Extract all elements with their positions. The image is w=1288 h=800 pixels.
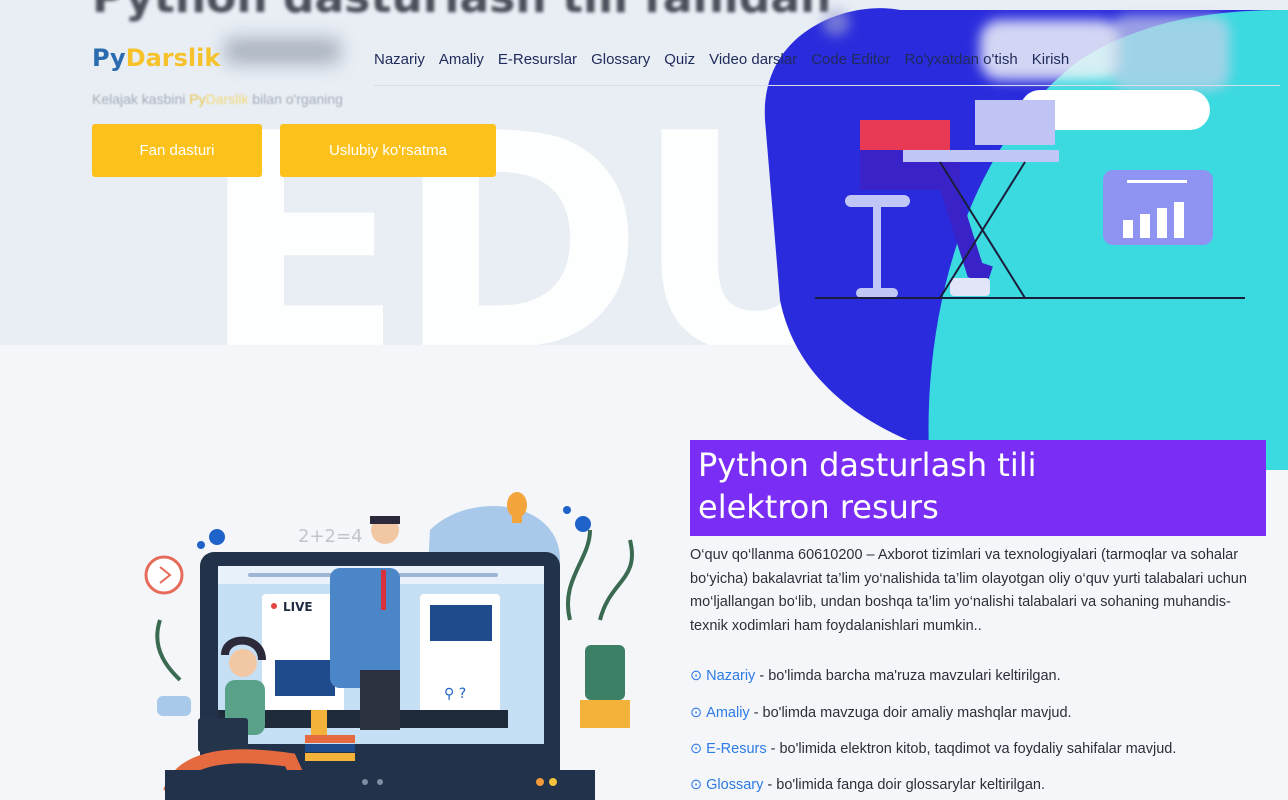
laptop-icon bbox=[975, 100, 1055, 145]
check-circle-icon: ⊙ bbox=[690, 668, 703, 684]
feature-link-nazariy[interactable]: Nazariy bbox=[706, 668, 755, 684]
nav-item-glossary[interactable]: Glossary bbox=[591, 51, 650, 68]
question-icon: ⚲ ? bbox=[444, 686, 466, 702]
math-doodle: 2+2=4 bbox=[298, 526, 363, 547]
section-title-line1: Python dasturlash tili bbox=[698, 446, 1037, 484]
check-circle-icon: ⊙ bbox=[690, 705, 703, 721]
main-nav: Nazariy Amaliy E-Resurslar Glossary Quiz… bbox=[374, 51, 1069, 68]
person-shoe bbox=[950, 278, 990, 296]
feature-text: - bo'limida fanga doir glossarylar kelti… bbox=[763, 777, 1045, 793]
check-circle-icon: ⊙ bbox=[690, 777, 703, 793]
plant-icon bbox=[566, 529, 634, 621]
section-title-banner: Python dasturlash tili elektron resurs bbox=[690, 440, 1266, 536]
feature-link-glossary[interactable]: Glossary bbox=[706, 777, 763, 793]
feature-item: ⊙ E-Resurs - bo'limida elektron kitob, ta… bbox=[690, 741, 1176, 757]
check-circle-icon: ⊙ bbox=[690, 741, 703, 757]
stool-seat bbox=[845, 195, 910, 207]
feature-link-e-resurs[interactable]: E-Resurs bbox=[706, 741, 766, 757]
nav-divider bbox=[374, 85, 1280, 86]
play-icon bbox=[144, 555, 184, 595]
lightbulb-icon bbox=[507, 492, 527, 518]
feature-item: ⊙ Amaliy - bo'limda mavzuga doir amaliy m… bbox=[690, 705, 1072, 721]
nav-item-royxatdan-otish[interactable]: Ro'yxatdan o'tish bbox=[904, 51, 1017, 68]
section-title-line2: elektron resurs bbox=[698, 488, 939, 526]
student-head bbox=[229, 649, 257, 677]
feature-text: - bo'limda mavzuga doir amaliy mashqlar … bbox=[749, 705, 1072, 721]
logo-part-py: Py bbox=[92, 44, 126, 72]
stool-leg bbox=[873, 207, 881, 292]
desk-top bbox=[903, 150, 1059, 162]
person-shirt bbox=[860, 120, 950, 150]
nav-item-nazariy[interactable]: Nazariy bbox=[374, 51, 425, 68]
nav-item-code-editor[interactable]: Code Editor bbox=[811, 51, 890, 68]
nav-item-amaliy[interactable]: Amaliy bbox=[439, 51, 484, 68]
live-badge: LIVE bbox=[283, 600, 313, 614]
logo-part-darslik: Darslik bbox=[125, 44, 221, 72]
feature-text: - bo'limda barcha ma'ruza mavzulari kelt… bbox=[755, 668, 1061, 684]
section-description: O‘quv qo‘llanma 60610200 – Axborot tizim… bbox=[690, 547, 1247, 634]
feature-item: ⊙ Nazariy - bo'limda barcha ma'ruza mavzu… bbox=[690, 668, 1061, 684]
stool-base bbox=[856, 288, 898, 298]
feature-item: ⊙ Glossary - bo'limida fanga doir glossar… bbox=[690, 777, 1045, 793]
site-logo[interactable]: PyDarslik bbox=[92, 44, 220, 72]
nav-item-kirish[interactable]: Kirish bbox=[1032, 51, 1070, 68]
feature-text: - bo'limida elektron kitob, taqdimot va … bbox=[766, 741, 1177, 757]
nav-item-e-resurslar[interactable]: E-Resurslar bbox=[498, 51, 577, 68]
online-lesson-illustration: 2+2=4 LIVE ⚲ ? bbox=[144, 492, 634, 800]
nav-item-quiz[interactable]: Quiz bbox=[664, 51, 695, 68]
chat-bubble-icon bbox=[157, 696, 191, 716]
feature-link-amaliy[interactable]: Amaliy bbox=[706, 705, 750, 721]
nav-item-video-darslar[interactable]: Video darslar bbox=[709, 51, 797, 68]
